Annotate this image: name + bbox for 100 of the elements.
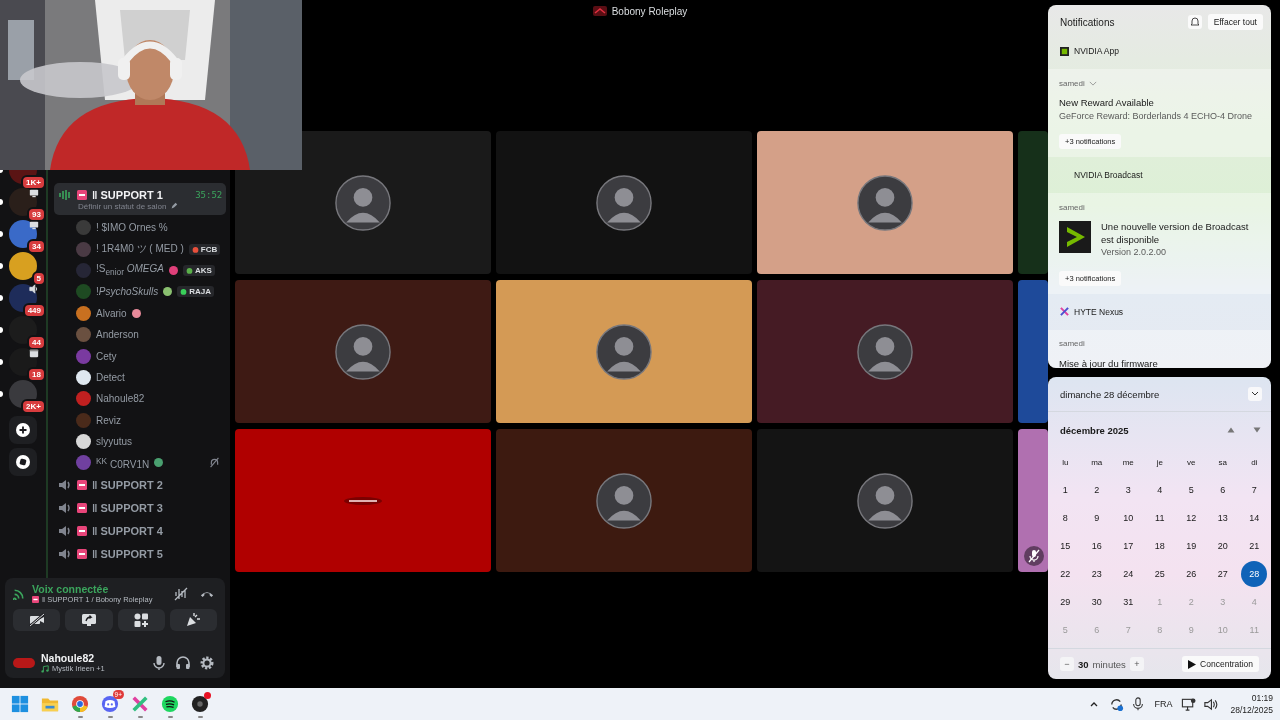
discover-button[interactable] [9, 448, 37, 476]
calendar-day[interactable]: 21 [1241, 533, 1268, 559]
member-name[interactable]: $^{KK}$ C0RV1N [96, 455, 150, 471]
calendar-day[interactable]: 18 [1146, 533, 1173, 559]
calendar-day[interactable]: 3 [1115, 477, 1142, 503]
clock-button[interactable]: 01:19 28/12/2025 [1222, 692, 1275, 716]
calendar-day[interactable]: 14 [1241, 505, 1268, 531]
weekday-label: je [1155, 456, 1164, 469]
calendar-day[interactable]: 11 [1146, 505, 1173, 531]
add-server-button[interactable] [9, 416, 37, 444]
calendar-day[interactable]: 19 [1178, 533, 1205, 559]
calendar-day[interactable]: 2 [1083, 477, 1110, 503]
member-name[interactable]: !PsychoSkulls [96, 286, 159, 298]
next-month-button[interactable] [1253, 427, 1261, 433]
monitor-icon [29, 220, 39, 230]
calendar-day[interactable]: 30 [1083, 589, 1110, 615]
avatar [335, 174, 391, 231]
decrease-button[interactable]: − [1060, 657, 1074, 671]
calendar-day[interactable]: 24 [1115, 561, 1142, 587]
video-tile[interactable] [1018, 131, 1048, 274]
pencil-icon [169, 202, 178, 210]
video-tile[interactable] [757, 131, 1013, 274]
calendar-day[interactable]: 1 [1052, 477, 1079, 503]
calendar-day[interactable]: 10 [1115, 505, 1142, 531]
calendar-day[interactable]: 28 [1241, 561, 1268, 587]
member-name[interactable]: slyyutus [96, 436, 133, 448]
avatar[interactable] [13, 657, 35, 668]
calendar-day[interactable]: 26 [1178, 561, 1205, 587]
member-name[interactable]: Anderson [96, 329, 139, 341]
video-tile[interactable] [1018, 429, 1048, 572]
calendar-day[interactable]: 16 [1083, 533, 1110, 559]
monitor-icon [29, 188, 39, 198]
camera-button[interactable] [13, 609, 61, 631]
tag-label: FCB [200, 244, 218, 254]
calendar-day[interactable]: 6 [1209, 477, 1236, 503]
member-name[interactable]: Reviz [96, 414, 121, 426]
video-tile[interactable] [496, 131, 752, 274]
sos-emoji-icon [77, 503, 87, 514]
member-name[interactable]: ! 1R4M0 ツ ( MED ) [96, 242, 184, 257]
member-name[interactable]: Detect [96, 371, 125, 383]
calendar-day[interactable]: 5 [1178, 477, 1205, 503]
video-tile[interactable] [496, 429, 752, 572]
video-tile[interactable] [235, 131, 491, 274]
member-name[interactable]: !S$_{enior}$ OMEGA [96, 263, 164, 278]
calendar-day[interactable]: 8 [1052, 505, 1079, 531]
video-tile[interactable] [757, 280, 1013, 423]
calendar-day[interactable]: 13 [1209, 505, 1236, 531]
sos-emoji-icon [32, 596, 39, 603]
server-icon [592, 6, 607, 16]
video-tile[interactable] [757, 429, 1013, 572]
weekday-label: di [1250, 456, 1259, 469]
calendar-day[interactable]: 7 [1241, 477, 1268, 503]
video-tile[interactable] [496, 280, 752, 423]
member-name[interactable]: Cety [96, 350, 117, 362]
voice-channel[interactable]: ǁ SUPPORT 1 35:52 Définir un statut de salon [54, 183, 227, 215]
activities-button[interactable] [117, 609, 165, 631]
voice-channel[interactable]: ǁ SUPPORT 2 [54, 473, 227, 497]
call-timer: 35:52 [195, 189, 223, 200]
app-name: NVIDIA Broadcast [1074, 170, 1143, 180]
video-tile[interactable] [235, 429, 491, 572]
weekday-label: sa [1217, 456, 1228, 469]
calendar-day[interactable]: 4 [1146, 477, 1173, 503]
clear-all-button[interactable]: Effacer tout [1207, 14, 1263, 30]
calendar-day[interactable]: 25 [1146, 561, 1173, 587]
video-tile[interactable] [1018, 280, 1048, 423]
voice-channel[interactable]: ǁ SUPPORT 3 [54, 496, 227, 520]
sos-emoji-icon [77, 549, 87, 560]
calendar-day[interactable]: 17 [1115, 533, 1142, 559]
calendar-day[interactable]: 9 [1083, 505, 1110, 531]
focus-button[interactable]: Concentration [1182, 656, 1259, 672]
video-tile[interactable] [235, 280, 491, 423]
calendar-day[interactable]: 27 [1209, 561, 1236, 587]
notification-card[interactable]: samedi Mise à jour du firmware [1048, 329, 1271, 368]
language-button[interactable]: FRA [1150, 699, 1177, 709]
soundboard-button[interactable] [169, 609, 217, 631]
member-name[interactable]: ! $IMO Ornes % [96, 222, 168, 234]
calendar-day[interactable]: 20 [1209, 533, 1236, 559]
calendar-day[interactable]: 29 [1052, 589, 1079, 615]
minutes-label: minutes [1092, 658, 1126, 670]
compass-icon [16, 455, 30, 469]
member-name[interactable]: Alvario [96, 307, 127, 319]
increase-button[interactable]: + [1129, 657, 1144, 671]
music-app-icon [161, 695, 179, 713]
voice-channel[interactable]: ǁ SUPPORT 4 [54, 519, 227, 543]
calendar-day[interactable]: 23 [1083, 561, 1110, 587]
calendar-day[interactable]: 31 [1115, 589, 1142, 615]
focus-minutes: 30 [1078, 658, 1089, 670]
collapse-button[interactable] [1248, 387, 1262, 401]
disc-app-icon [191, 695, 209, 713]
channel-name: ǁ SUPPORT 4 [92, 525, 163, 538]
screen-share-button[interactable] [65, 609, 113, 631]
member-name[interactable]: Nahoule82 [96, 393, 145, 405]
voice-channel[interactable]: ǁ SUPPORT 5 [54, 542, 227, 566]
server-icon[interactable] [9, 252, 37, 280]
calendar-day[interactable]: 12 [1178, 505, 1205, 531]
calendar-day[interactable]: 22 [1052, 561, 1079, 587]
previous-month-button[interactable] [1227, 427, 1235, 433]
calendar-day[interactable]: 15 [1052, 533, 1079, 559]
x-logo-icon [131, 695, 149, 713]
do-not-disturb-button[interactable] [1187, 15, 1202, 29]
